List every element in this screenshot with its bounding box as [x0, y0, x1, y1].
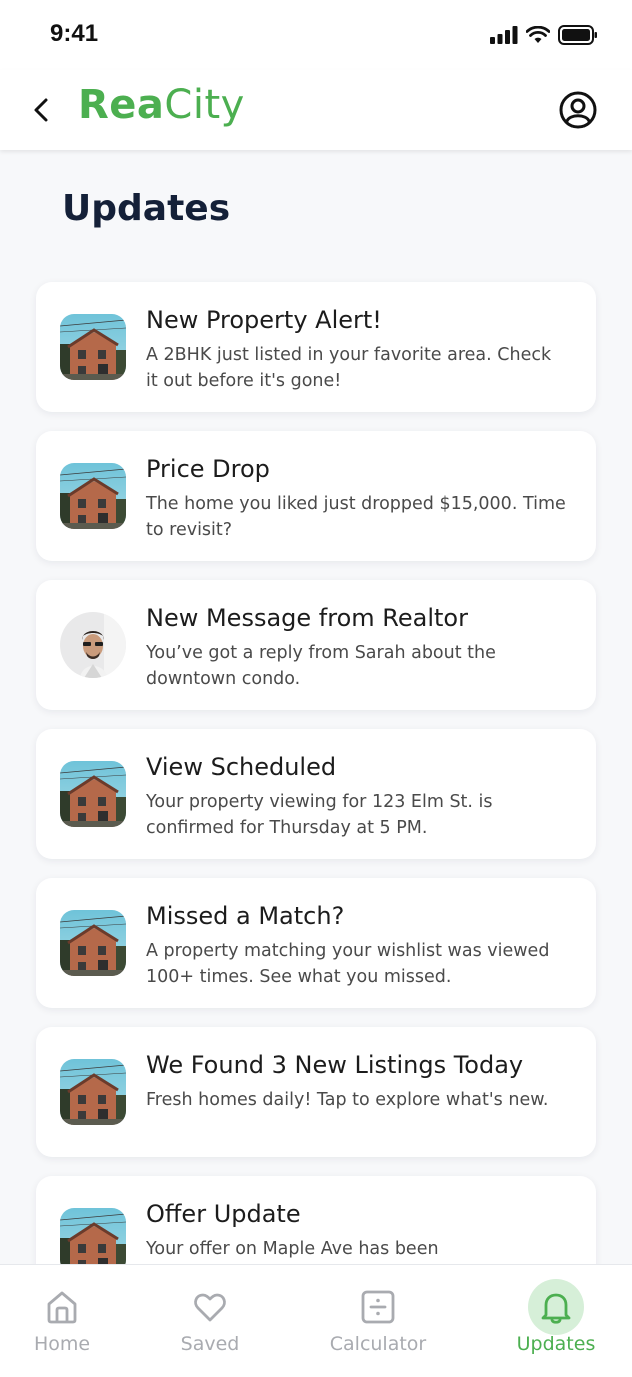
update-body: A 2BHK just listed in your favorite area… [146, 345, 552, 391]
app-header: ReaCity [0, 70, 632, 150]
tab-home[interactable]: Home [0, 1265, 141, 1377]
update-card[interactable]: New Message from Realtor You’ve got a re… [36, 580, 596, 710]
wifi-icon [526, 26, 550, 43]
brand-logo[interactable]: ReaCity [78, 82, 245, 128]
update-body: A property matching your wishlist was vi… [146, 941, 550, 987]
calculator-icon [361, 1290, 395, 1324]
update-body: The home you liked just dropped $15,000.… [146, 494, 566, 540]
house-thumbnail [60, 1059, 126, 1125]
update-card[interactable]: Missed a Match? A property matching your… [36, 878, 596, 1008]
bell-icon [541, 1293, 571, 1324]
tab-calculator[interactable]: Calculator [299, 1265, 457, 1377]
update-body: Fresh homes daily! Tap to explore what's… [146, 1090, 549, 1110]
battery-icon [558, 25, 597, 45]
update-body: Your property viewing for 123 Elm St. is… [146, 792, 493, 838]
status-time: 9:41 [50, 20, 99, 47]
update-body: You’ve got a reply from Sarah about the … [146, 643, 496, 689]
realtor-avatar [60, 612, 126, 678]
update-card[interactable]: We Found 3 New Listings Today Fresh home… [36, 1027, 596, 1157]
heart-icon [194, 1293, 226, 1322]
brand-logo-part2: City [164, 82, 245, 128]
house-thumbnail [60, 910, 126, 976]
tab-home-label: Home [33, 1333, 91, 1355]
update-title: Missed a Match? [146, 902, 345, 930]
home-icon [47, 1291, 77, 1324]
status-icons [490, 24, 598, 46]
update-card[interactable]: New Property Alert! A 2BHK just listed i… [36, 282, 596, 412]
tab-saved-label: Saved [180, 1333, 240, 1355]
tab-updates-label: Updates [516, 1333, 596, 1355]
house-thumbnail [60, 761, 126, 827]
update-title: New Message from Realtor [146, 604, 468, 632]
update-title: Offer Update [146, 1200, 301, 1228]
update-title: We Found 3 New Listings Today [146, 1051, 524, 1079]
update-title: Price Drop [146, 455, 270, 483]
house-thumbnail [60, 314, 126, 380]
tab-updates[interactable]: Updates [477, 1265, 632, 1377]
update-card[interactable]: View Scheduled Your property viewing for… [36, 729, 596, 859]
update-title: New Property Alert! [146, 306, 382, 334]
tab-calculator-label: Calculator [329, 1333, 427, 1355]
back-arrow-icon[interactable] [30, 94, 54, 126]
bottom-tab-bar: Home Saved Calculator Updates [0, 1264, 632, 1377]
brand-logo-part1: Rea [78, 82, 165, 128]
house-thumbnail [60, 463, 126, 529]
profile-icon[interactable] [558, 90, 598, 130]
tab-saved[interactable]: Saved [131, 1265, 289, 1377]
status-bar: 9:41 [0, 0, 632, 70]
update-card[interactable]: Price Drop The home you liked just dropp… [36, 431, 596, 561]
update-title: View Scheduled [146, 753, 337, 781]
cellular-signal-icon [490, 26, 518, 44]
page-title: Updates [62, 188, 231, 229]
update-body: Your offer on Maple Ave has been [146, 1239, 439, 1259]
